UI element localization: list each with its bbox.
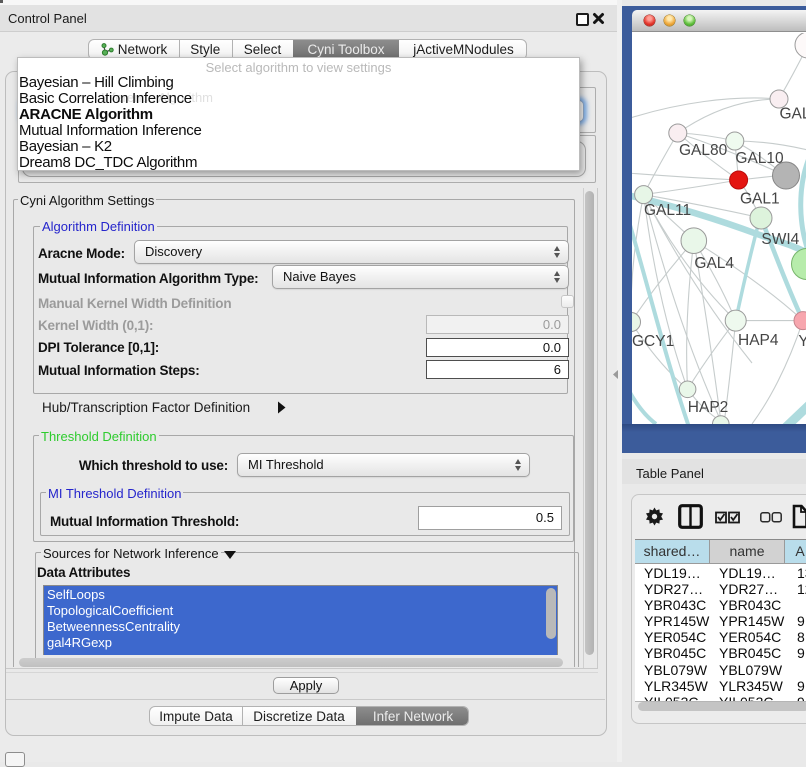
svg-text:GAL10: GAL10 bbox=[735, 150, 784, 167]
svg-text:GCY1: GCY1 bbox=[632, 333, 674, 350]
svg-text:GAL80: GAL80 bbox=[679, 142, 728, 159]
svg-text:Y: Y bbox=[798, 333, 806, 350]
svg-text:SWI4: SWI4 bbox=[761, 231, 799, 248]
svg-text:GAL3: GAL3 bbox=[780, 106, 806, 123]
svg-text:HAP4: HAP4 bbox=[738, 332, 779, 349]
svg-text:HAP2: HAP2 bbox=[688, 399, 729, 416]
svg-text:GAL11: GAL11 bbox=[644, 202, 691, 219]
svg-text:GAL1: GAL1 bbox=[740, 191, 780, 208]
svg-text:GAL4: GAL4 bbox=[694, 255, 734, 272]
